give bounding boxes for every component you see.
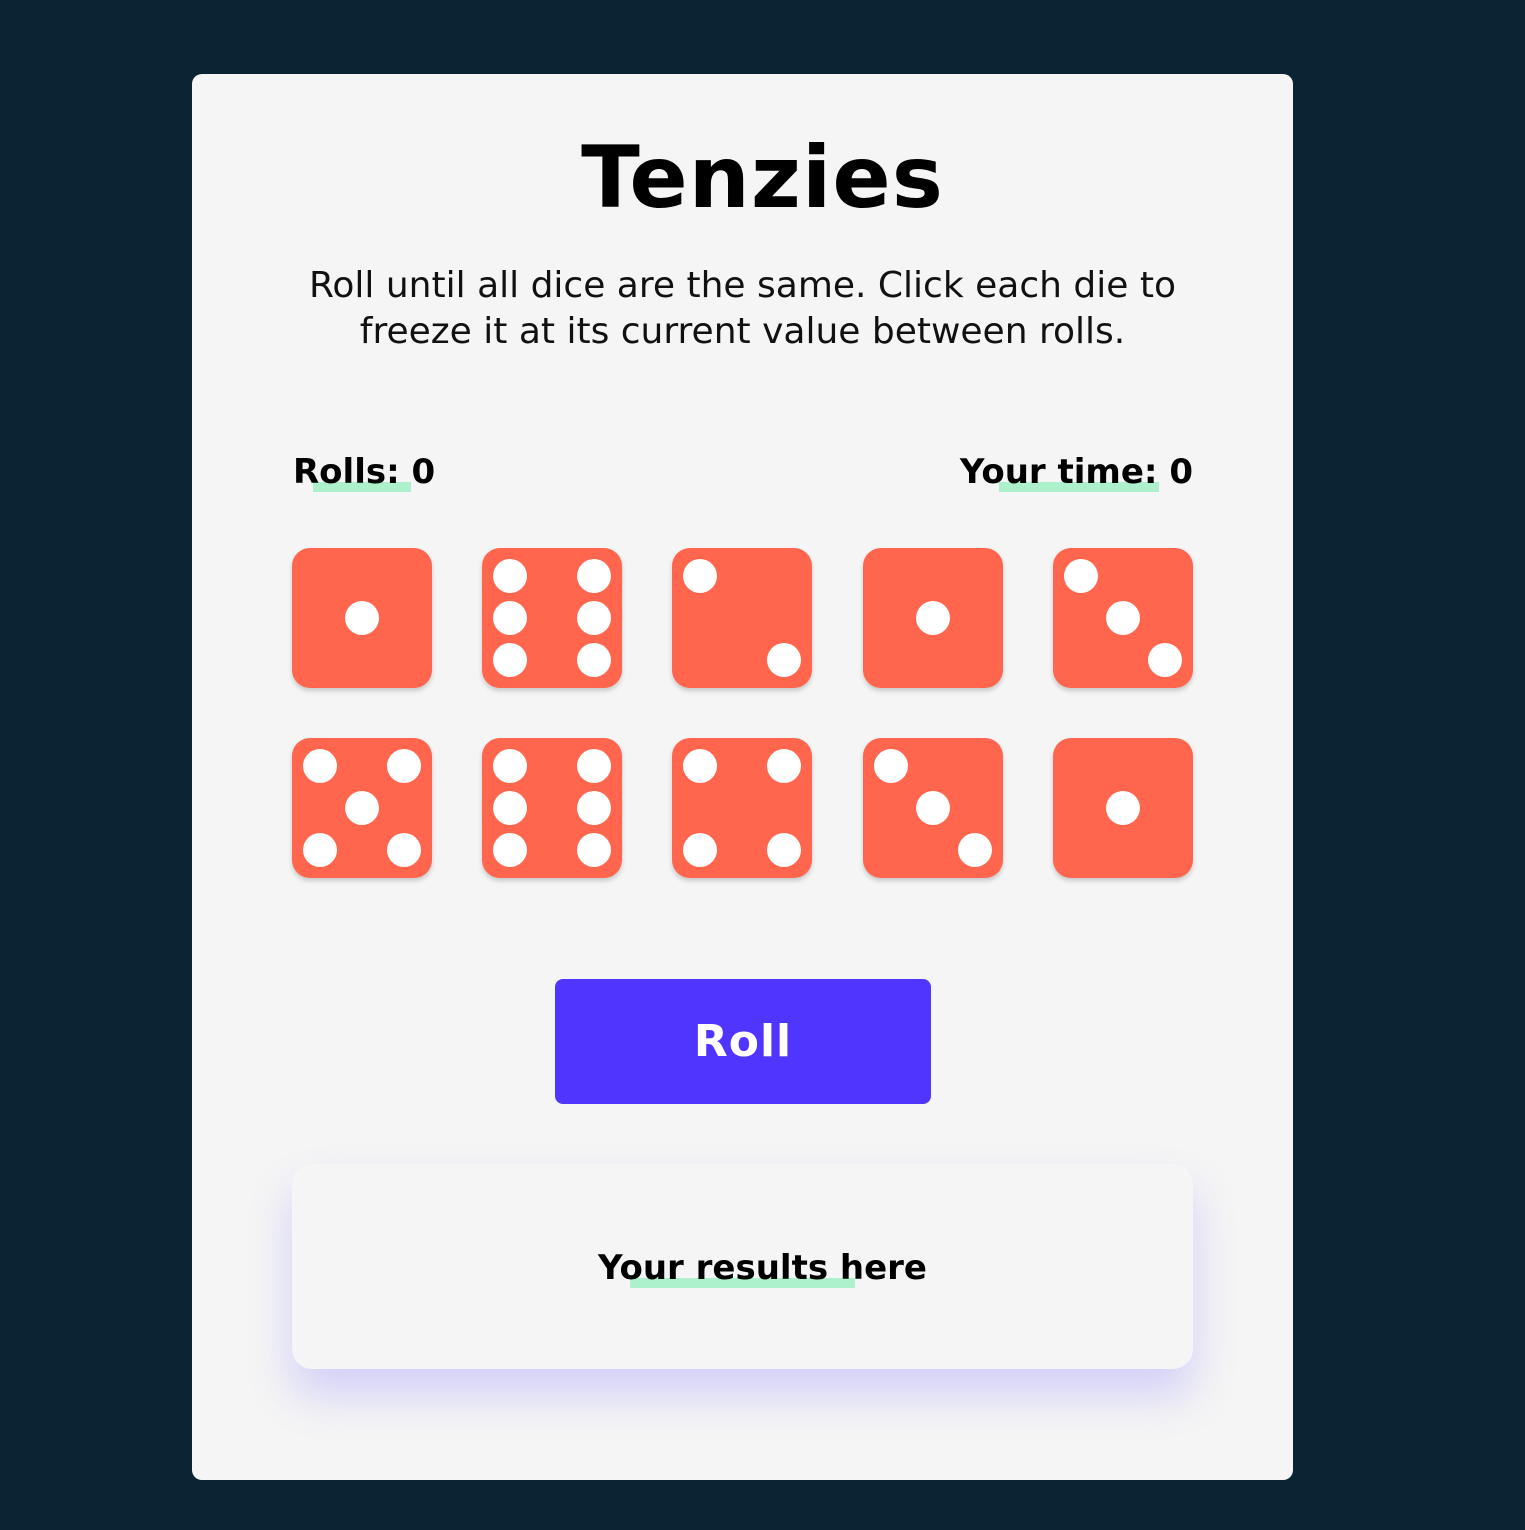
die-pip	[958, 833, 992, 867]
die-pip	[493, 833, 527, 867]
die-pip	[577, 643, 611, 677]
die-pip	[345, 601, 379, 635]
die-pip	[1106, 791, 1140, 825]
die-pip	[916, 601, 950, 635]
time-counter: Your time: 0	[960, 450, 1193, 494]
die-pip	[767, 643, 801, 677]
die-pip	[577, 601, 611, 635]
results-text: Your results here	[0, 1246, 1525, 1290]
die-2[interactable]	[482, 548, 622, 688]
die-pip	[493, 601, 527, 635]
instructions-text: Roll until all dice are the same. Click …	[309, 265, 1176, 352]
die-7[interactable]	[482, 738, 622, 878]
die-pip	[493, 749, 527, 783]
die-pip	[303, 833, 337, 867]
rolls-counter: Rolls: 0	[293, 450, 435, 494]
die-4[interactable]	[863, 548, 1003, 688]
die-pip	[874, 749, 908, 783]
die-pip	[577, 559, 611, 593]
die-pip	[577, 791, 611, 825]
die-9[interactable]	[863, 738, 1003, 878]
die-pip	[683, 749, 717, 783]
die-10[interactable]	[1053, 738, 1193, 878]
die-pip	[493, 791, 527, 825]
die-pip	[683, 833, 717, 867]
rolls-label: Rolls: 0	[293, 452, 436, 492]
die-pip	[387, 749, 421, 783]
die-pip	[767, 749, 801, 783]
results-label: Your results here	[597, 1248, 927, 1288]
page-title: Tenzies	[581, 128, 944, 228]
die-pip	[577, 833, 611, 867]
die-pip	[345, 791, 379, 825]
die-pip	[303, 749, 337, 783]
die-3[interactable]	[672, 548, 812, 688]
die-pip	[493, 559, 527, 593]
die-pip	[1148, 643, 1182, 677]
die-pip	[577, 749, 611, 783]
die-pip	[916, 791, 950, 825]
time-label: Your time: 0	[959, 452, 1193, 492]
die-5[interactable]	[1053, 548, 1193, 688]
die-pip	[493, 643, 527, 677]
die-8[interactable]	[672, 738, 812, 878]
die-pip	[767, 833, 801, 867]
die-pip	[1064, 559, 1098, 593]
die-pip	[683, 559, 717, 593]
roll-button[interactable]: Roll	[555, 979, 931, 1104]
die-1[interactable]	[292, 548, 432, 688]
die-pip	[1106, 601, 1140, 635]
die-6[interactable]	[292, 738, 432, 878]
die-pip	[387, 833, 421, 867]
